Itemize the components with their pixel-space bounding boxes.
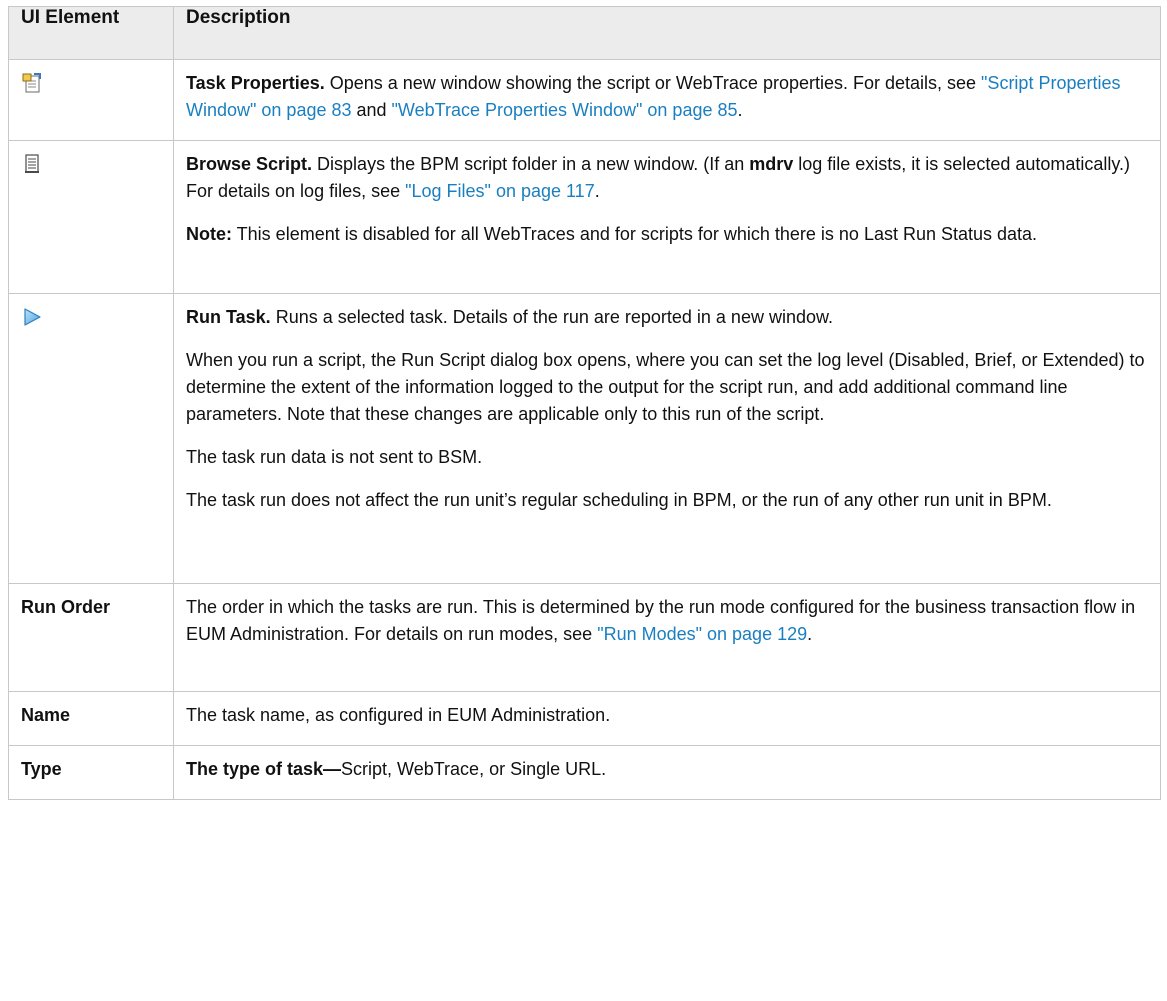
element-cell	[8, 293, 174, 584]
table-header-row: UI Element Description	[8, 6, 1161, 60]
browse-script-title: Browse Script.	[186, 154, 313, 174]
browse-script-icon	[21, 153, 43, 175]
browse-script-description: Browse Script. Displays the BPM script f…	[186, 151, 1148, 205]
run-modes-link[interactable]: "Run Modes" on page 129	[597, 624, 807, 644]
type-description: The type of task—Script, WebTrace, or Si…	[186, 756, 1148, 783]
table-row: Name The task name, as configured in EUM…	[8, 691, 1161, 746]
description-cell: Task Properties. Opens a new window show…	[173, 59, 1161, 141]
run-task-description: Run Task. Runs a selected task. Details …	[186, 304, 1148, 331]
element-cell	[8, 140, 174, 294]
table-row: Browse Script. Displays the BPM script f…	[8, 140, 1161, 294]
desc-text: Runs a selected task. Details of the run…	[270, 307, 833, 327]
description-cell: Run Task. Runs a selected task. Details …	[173, 293, 1161, 584]
element-label: Type	[8, 745, 174, 800]
note-label: Note:	[186, 224, 232, 244]
task-properties-icon	[21, 72, 43, 94]
table-row: Type The type of task—Script, WebTrace, …	[8, 745, 1161, 800]
type-title: The type of task—	[186, 759, 342, 779]
webtrace-properties-link[interactable]: "WebTrace Properties Window" on page 85	[392, 100, 738, 120]
mdrv-term: mdrv	[749, 154, 794, 174]
run-task-paragraph: The task run data is not sent to BSM.	[186, 447, 483, 467]
note-text: This element is disabled for all WebTrac…	[232, 224, 1038, 244]
run-order-description: The order in which the tasks are run. Th…	[186, 594, 1148, 648]
run-task-paragraph: When you run a script, the Run Script di…	[186, 350, 1145, 424]
table-row: Run Order The order in which the tasks a…	[8, 583, 1161, 692]
element-label: Run Order	[8, 583, 174, 692]
run-task-paragraph: The task run does not affect the run uni…	[186, 490, 1052, 510]
desc-text: Opens a new window showing the script or…	[324, 73, 982, 93]
task-properties-description: Task Properties. Opens a new window show…	[186, 70, 1148, 124]
desc-text: .	[737, 100, 743, 120]
description-cell: Browse Script. Displays the BPM script f…	[173, 140, 1161, 294]
desc-text: .	[807, 624, 813, 644]
task-properties-title: Task Properties.	[186, 73, 325, 93]
element-label: Name	[8, 691, 174, 746]
desc-text: .	[594, 181, 600, 201]
description-cell: The order in which the tasks are run. Th…	[173, 583, 1161, 692]
desc-text: Script, WebTrace, or Single URL.	[341, 759, 607, 779]
desc-text: and	[351, 100, 392, 120]
table-row: Task Properties. Opens a new window show…	[8, 59, 1161, 141]
table-row: Run Task. Runs a selected task. Details …	[8, 293, 1161, 584]
header-ui-element: UI Element	[8, 6, 174, 60]
description-cell: The task name, as configured in EUM Admi…	[173, 691, 1161, 746]
log-files-link[interactable]: "Log Files" on page 117	[405, 181, 595, 201]
element-cell	[8, 59, 174, 141]
ui-element-table: UI Element Description Task Properties. …	[8, 6, 1161, 800]
browse-script-note: Note: This element is disabled for all W…	[186, 221, 1148, 248]
header-description: Description	[173, 6, 1161, 60]
run-task-icon	[21, 306, 43, 328]
desc-text: Displays the BPM script folder in a new …	[312, 154, 750, 174]
name-description: The task name, as configured in EUM Admi…	[186, 705, 611, 725]
run-task-title: Run Task.	[186, 307, 271, 327]
description-cell: The type of task—Script, WebTrace, or Si…	[173, 745, 1161, 800]
